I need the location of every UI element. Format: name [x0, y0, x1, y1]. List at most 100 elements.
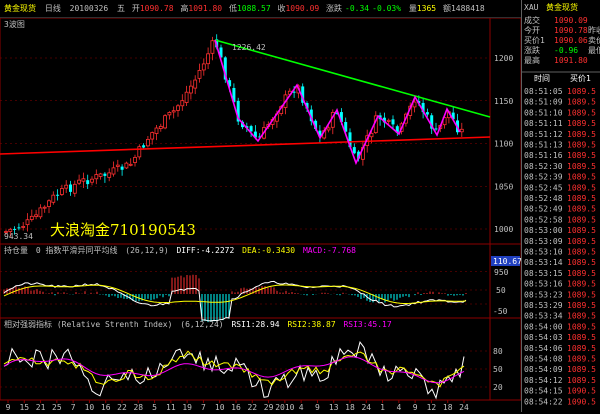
candle-body-down	[86, 180, 90, 185]
trade-price-25: 1089.5	[567, 355, 596, 364]
quote-row-label-3: 涨跌	[524, 45, 540, 55]
x-axis-label-23: 1	[380, 403, 385, 412]
rsi-y-tick-20: 20	[493, 383, 503, 392]
amount-value: 1488418	[450, 4, 485, 13]
weekday-label: 五	[117, 4, 126, 13]
candle-body-up	[34, 214, 38, 217]
trade-price-24: 1089.5	[567, 344, 596, 353]
candle-body-up	[150, 132, 155, 140]
low-field: 低1088.57	[229, 0, 271, 17]
trade-price-0: 1089.5	[567, 87, 596, 96]
trade-price-20: 1089.5	[567, 301, 596, 310]
candle-body-up	[184, 91, 189, 103]
candle-body-up	[64, 184, 69, 189]
candle-body-up	[42, 206, 47, 209]
x-axis-label-12: 7	[201, 403, 206, 412]
candle-body-down	[120, 166, 124, 170]
change-value: -0.34	[345, 4, 370, 13]
macd-diff-value: -4.2272	[201, 246, 235, 255]
trade-time-6: 08:51:16	[524, 151, 563, 160]
candle-body-up	[180, 100, 185, 107]
volume-value: 1365	[416, 4, 437, 13]
trade-price-5: 1089.5	[567, 141, 596, 150]
chart-area[interactable]: 12001150110010501000950 3波图 1226.42 943.…	[0, 0, 521, 412]
x-axis-label-19: 9	[315, 403, 320, 412]
trade-price-12: 1089.5	[567, 215, 596, 224]
open-label: 开	[131, 4, 140, 13]
candle-body-down	[17, 227, 21, 229]
trade-price-23: 1089.5	[567, 333, 596, 342]
period-label: 日线	[44, 4, 61, 13]
quote-side-panel[interactable]: XAU 黄金现货成交 1090.09 今开 1090.78昨收买价1 1090.06卖价涨…	[521, 0, 600, 412]
candle-body-up	[25, 219, 30, 226]
trade-time-25: 08:54:08	[524, 355, 563, 364]
candle-body-up	[210, 40, 215, 54]
candle-body-up	[167, 112, 172, 116]
trade-price-26: 1089.5	[567, 365, 596, 374]
candle-body-up	[188, 85, 193, 94]
candle-body-up	[386, 119, 391, 122]
x-axis-label-25: 9	[413, 403, 418, 412]
trade-time-24: 08:54:06	[524, 344, 563, 353]
trade-time-4: 08:51:12	[524, 130, 563, 139]
trade-price-14: 1089.5	[567, 237, 596, 246]
candle-body-up	[163, 115, 168, 129]
trade-price-6: 1089.5	[567, 151, 596, 160]
candle-body-up	[29, 215, 34, 220]
candle-body-down	[69, 184, 72, 192]
trade-time-23: 08:54:03	[524, 333, 563, 342]
trade-price-15: 1089.5	[567, 248, 596, 257]
x-axis-label-5: 10	[85, 403, 95, 412]
close-field: 收1090.09	[277, 0, 319, 17]
rsi2-label: RSI2	[287, 320, 306, 329]
main-y-tick-1000: 1000	[494, 225, 513, 234]
trade-time-27: 08:54:12	[524, 376, 563, 385]
high-marker-label: 1226.42	[232, 43, 266, 52]
macd-y-tick-bottom: -50	[493, 307, 508, 316]
rsi1-value: 28.94	[256, 320, 280, 329]
main-y-tick-1100: 1100	[494, 140, 513, 149]
macd-diff-label: DIFF	[176, 246, 195, 255]
candle-body-down	[142, 145, 146, 148]
rsi-pane-label: 相对强弱指标 (Relative Strenth Index)	[4, 319, 172, 329]
trade-price-9: 1089.5	[567, 183, 596, 192]
rsi3-value: 45.17	[368, 320, 392, 329]
candle-body-up	[171, 110, 176, 113]
candle-body-up	[197, 70, 202, 79]
macd-pane-frame	[0, 243, 521, 319]
trade-price-27: 1089.5	[567, 376, 596, 385]
candle-body-up	[158, 125, 163, 129]
close-label: 收	[277, 4, 286, 13]
trade-time-11: 08:52:49	[524, 205, 563, 214]
trade-time-7: 08:52:30	[524, 162, 563, 171]
trade-price-3: 1089.5	[567, 119, 596, 128]
candle-body-up	[72, 183, 77, 194]
quote-panel-content: XAU 黄金现货成交 1090.09 今开 1090.78昨收买价1 1090.06卖价涨…	[522, 0, 600, 406]
candle-body-up	[90, 178, 94, 183]
candle-body-up	[107, 172, 112, 178]
main-pane-label: 3波图	[4, 19, 25, 29]
trade-time-13: 08:53:00	[524, 226, 563, 235]
high-label: 高	[180, 4, 189, 13]
trade-time-17: 08:53:15	[524, 269, 563, 278]
quote-row-extra-2: 卖价	[588, 36, 600, 45]
trade-price-7: 1089.5	[567, 162, 596, 171]
quote-row-label-0: 成交	[524, 15, 540, 25]
change-field: 涨跌 -0.34 -0.03%	[326, 0, 401, 17]
volume-label: 量	[408, 4, 417, 13]
quote-code: XAU	[524, 3, 539, 12]
macd-macd-value: -7.768	[327, 246, 356, 255]
macd-params: (26,12,9)	[125, 246, 168, 255]
rsi-y-tick-80: 80	[493, 347, 503, 356]
trade-price-4: 1089.5	[567, 130, 596, 139]
trade-price-22: 1089.5	[567, 322, 596, 331]
main-y-tick-950: 950	[494, 268, 509, 277]
x-axis-label-2: 21	[36, 403, 46, 412]
x-axis-label-14: 16	[231, 403, 241, 412]
x-axis-label-16: 29	[264, 403, 274, 412]
x-axis-label-3: 25	[52, 403, 62, 412]
x-axis-label-15: 22	[247, 403, 257, 412]
trade-time-22: 08:54:00	[524, 322, 563, 331]
candle-body-down	[425, 112, 429, 115]
trade-price-21: 1089.5	[567, 312, 596, 321]
